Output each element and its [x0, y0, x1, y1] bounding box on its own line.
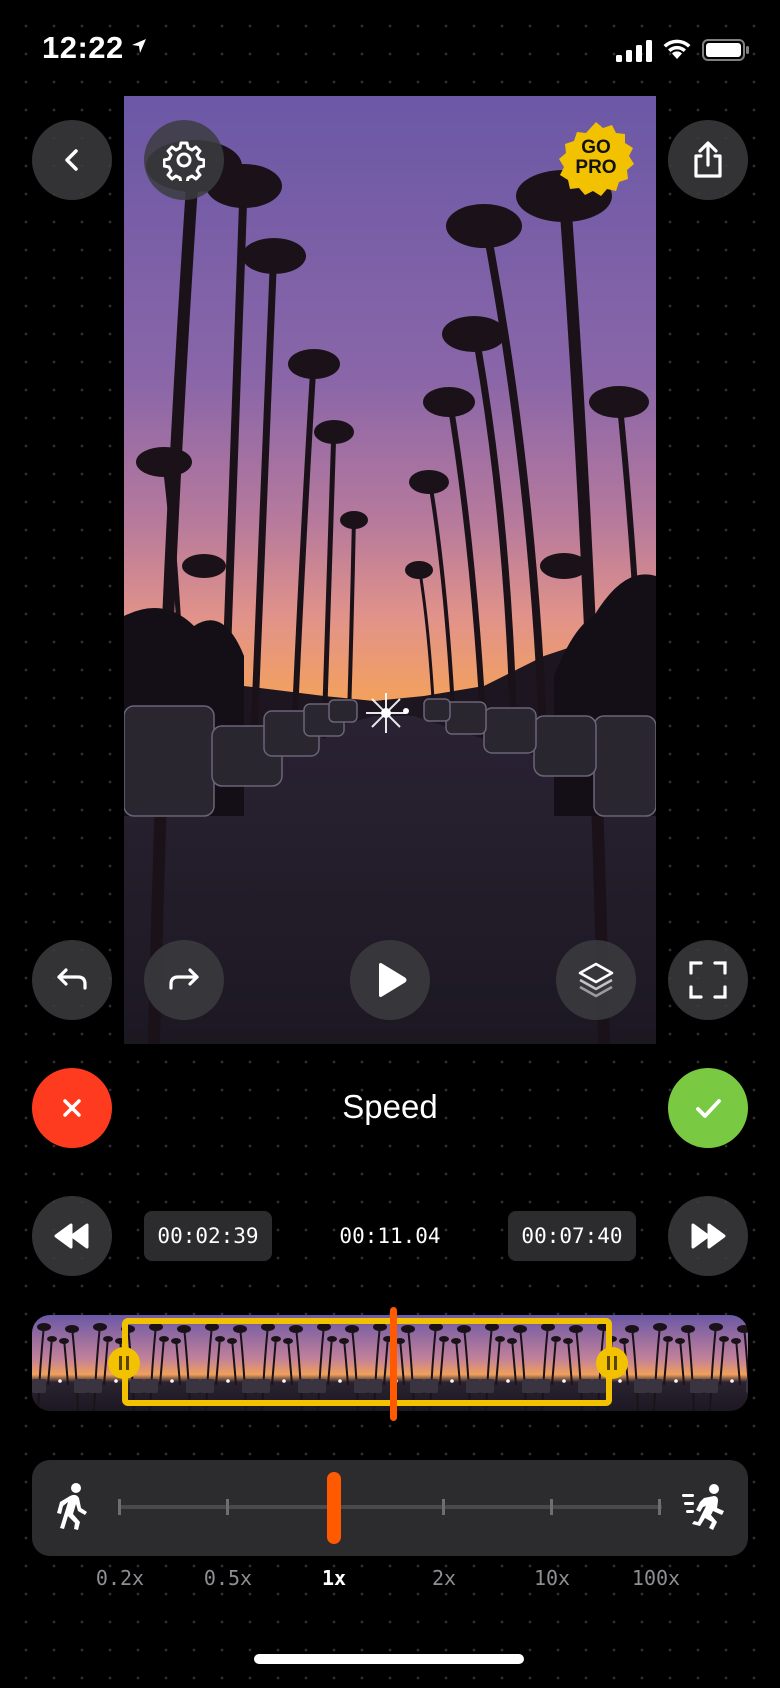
layers-button[interactable] [556, 940, 636, 1020]
status-bar: 12:22 [0, 0, 780, 96]
speed-label-1x[interactable]: 1x [294, 1566, 374, 1590]
speed-label-0-2x[interactable]: 0.2x [80, 1566, 160, 1590]
speed-editor-header: Speed [0, 1068, 780, 1148]
speed-label-10x[interactable]: 10x [512, 1566, 592, 1590]
undo-button[interactable] [32, 940, 112, 1020]
redo-icon [169, 968, 199, 990]
wifi-icon [663, 39, 691, 59]
share-icon [694, 141, 722, 178]
playhead[interactable] [390, 1307, 397, 1421]
undo-icon [57, 968, 87, 990]
speed-label-2x[interactable]: 2x [404, 1566, 484, 1590]
location-arrow-icon [132, 39, 146, 53]
fast-forward-button[interactable] [668, 1196, 748, 1276]
layers-icon [578, 962, 614, 998]
redo-button[interactable] [144, 940, 224, 1020]
home-indicator[interactable] [254, 1654, 524, 1664]
video-preview[interactable] [124, 96, 656, 1044]
back-button[interactable] [32, 120, 112, 200]
gear-icon [163, 141, 205, 181]
fast-forward-icon [691, 1223, 726, 1249]
speed-label-0-5x[interactable]: 0.5x [188, 1566, 268, 1590]
play-icon [379, 963, 407, 997]
trim-start-time[interactable]: 00:02:39 [144, 1211, 272, 1261]
go-pro-badge[interactable]: GO PRO [556, 120, 636, 200]
speed-label-100x[interactable]: 100x [616, 1566, 696, 1590]
trim-handle-right[interactable] [596, 1347, 628, 1379]
trim-handle-left[interactable] [108, 1347, 140, 1379]
trim-selection[interactable] [122, 1318, 612, 1406]
battery-icon [702, 39, 749, 61]
play-button[interactable] [350, 940, 430, 1020]
current-time: 00:11.04 [339, 1224, 441, 1248]
fullscreen-button[interactable] [668, 940, 748, 1020]
settings-button[interactable] [144, 120, 224, 200]
checkmark-icon [696, 1099, 721, 1118]
cellular-signal-icon [616, 40, 652, 62]
video-frame-palm-street [124, 96, 656, 1044]
speed-tick [658, 1499, 661, 1515]
speed-tick [226, 1499, 229, 1515]
go-pro-line1: GO [581, 137, 611, 158]
page-title: Speed [342, 1088, 438, 1125]
speed-track[interactable] [118, 1505, 662, 1509]
speed-tick [118, 1499, 121, 1515]
go-pro-line2: PRO [575, 157, 617, 178]
trim-end-time[interactable]: 00:07:40 [508, 1211, 636, 1261]
fullscreen-icon [689, 961, 727, 999]
confirm-button[interactable] [668, 1068, 748, 1148]
running-person-icon [682, 1484, 724, 1530]
go-pro-label: GO PRO [556, 138, 636, 178]
rewind-button[interactable] [32, 1196, 112, 1276]
rewind-icon [54, 1223, 89, 1249]
speed-tick [550, 1499, 553, 1515]
share-button[interactable] [668, 120, 748, 200]
speed-tick [442, 1499, 445, 1515]
walking-person-icon [57, 1483, 87, 1530]
chevron-left-icon [65, 149, 78, 171]
clock: 12:22 [42, 30, 124, 65]
speed-slider-thumb[interactable] [327, 1472, 341, 1544]
